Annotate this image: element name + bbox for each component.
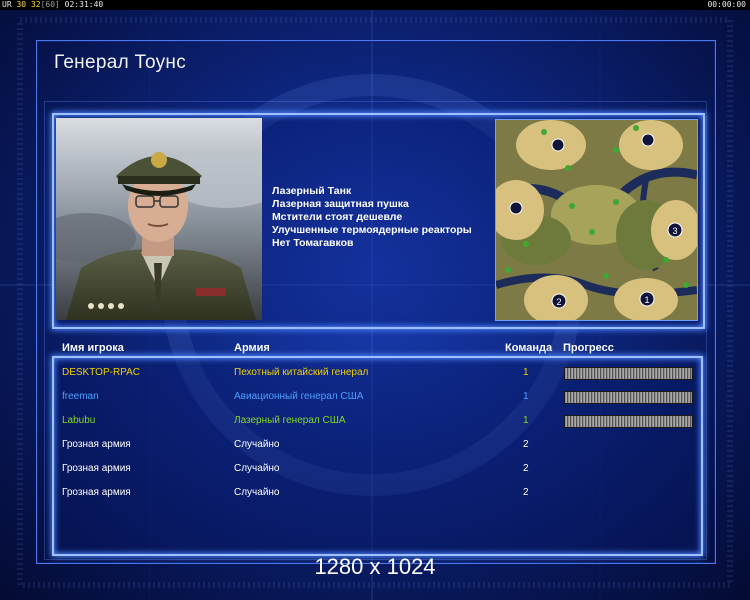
player-team: 2 [523,487,529,498]
fps-value: 30 [16,0,27,9]
player-name: DESKTOP-RPAC [62,367,140,378]
feature-item: Мстители стоят дешевле [272,211,403,223]
table-row: DESKTOP-RPAC Пехотный китайский генерал 1 [0,364,750,382]
feature-item: Лазерный Танк [272,185,352,197]
start-position-2: 2 [556,297,561,307]
player-army: Случайно [234,487,280,498]
column-header-player: Имя игрока [62,342,124,354]
player-team: 1 [523,415,529,426]
player-name: Грозная армия [62,463,131,474]
table-row: Грозная армия Случайно 2 [0,484,750,502]
player-army: Авиационный генерал США [234,391,364,402]
overlay-hud-bar: UR 30 32[60] 02:31:40 00:00:00 [0,0,750,10]
refresh-value: [60] [40,0,60,9]
fps-counter: UR 30 32[60] 02:31:40 [2,0,103,10]
player-name: freeman [62,391,99,402]
player-name: Грозная армия [62,439,131,450]
player-team: 2 [523,463,529,474]
game-clock: 00:00:00 [707,0,746,9]
feature-item: Лазерная защитная пушка [272,198,409,210]
column-header-progress: Прогресс [563,342,614,354]
session-clock: 02:31:40 [64,0,104,9]
table-row: Грозная армия Случайно 2 [0,460,750,478]
general-portrait [56,118,262,320]
start-position-3: 3 [672,226,677,236]
player-name: Labubu [62,415,96,426]
loading-progress-bar [564,367,693,380]
player-army: Случайно [234,463,280,474]
fps-label: UR [2,0,12,9]
player-name: Грозная армия [62,487,131,498]
feature-item: Нет Томагавков [272,237,354,249]
start-position-1: 1 [644,295,649,305]
player-list-panel [52,356,703,556]
player-team: 1 [523,367,529,378]
player-army: Случайно [234,439,280,450]
player-team: 1 [523,391,529,402]
general-title: Генерал Тоунс [54,52,187,73]
table-row: freeman Авиационный генерал США 1 [0,388,750,406]
loading-progress-bar [564,415,693,428]
player-army: Лазерный генерал США [234,415,346,426]
feature-item: Улучшенные термоядерные реакторы [272,224,472,236]
loading-progress-bar [564,391,693,404]
general-features-list: Лазерный Танк Лазерная защитная пушка Мс… [272,185,472,250]
column-header-team: Команда [505,342,553,354]
table-row: Грозная армия Случайно 2 [0,436,750,454]
table-row: Labubu Лазерный генерал США 1 [0,412,750,430]
column-header-army: Армия [234,342,270,354]
player-team: 2 [523,439,529,450]
bits-value: 32 [30,0,41,9]
player-army: Пехотный китайский генерал [234,367,369,378]
map-preview: 3 2 1 [495,119,698,321]
resolution-label: 1280 x 1024 [314,554,436,579]
